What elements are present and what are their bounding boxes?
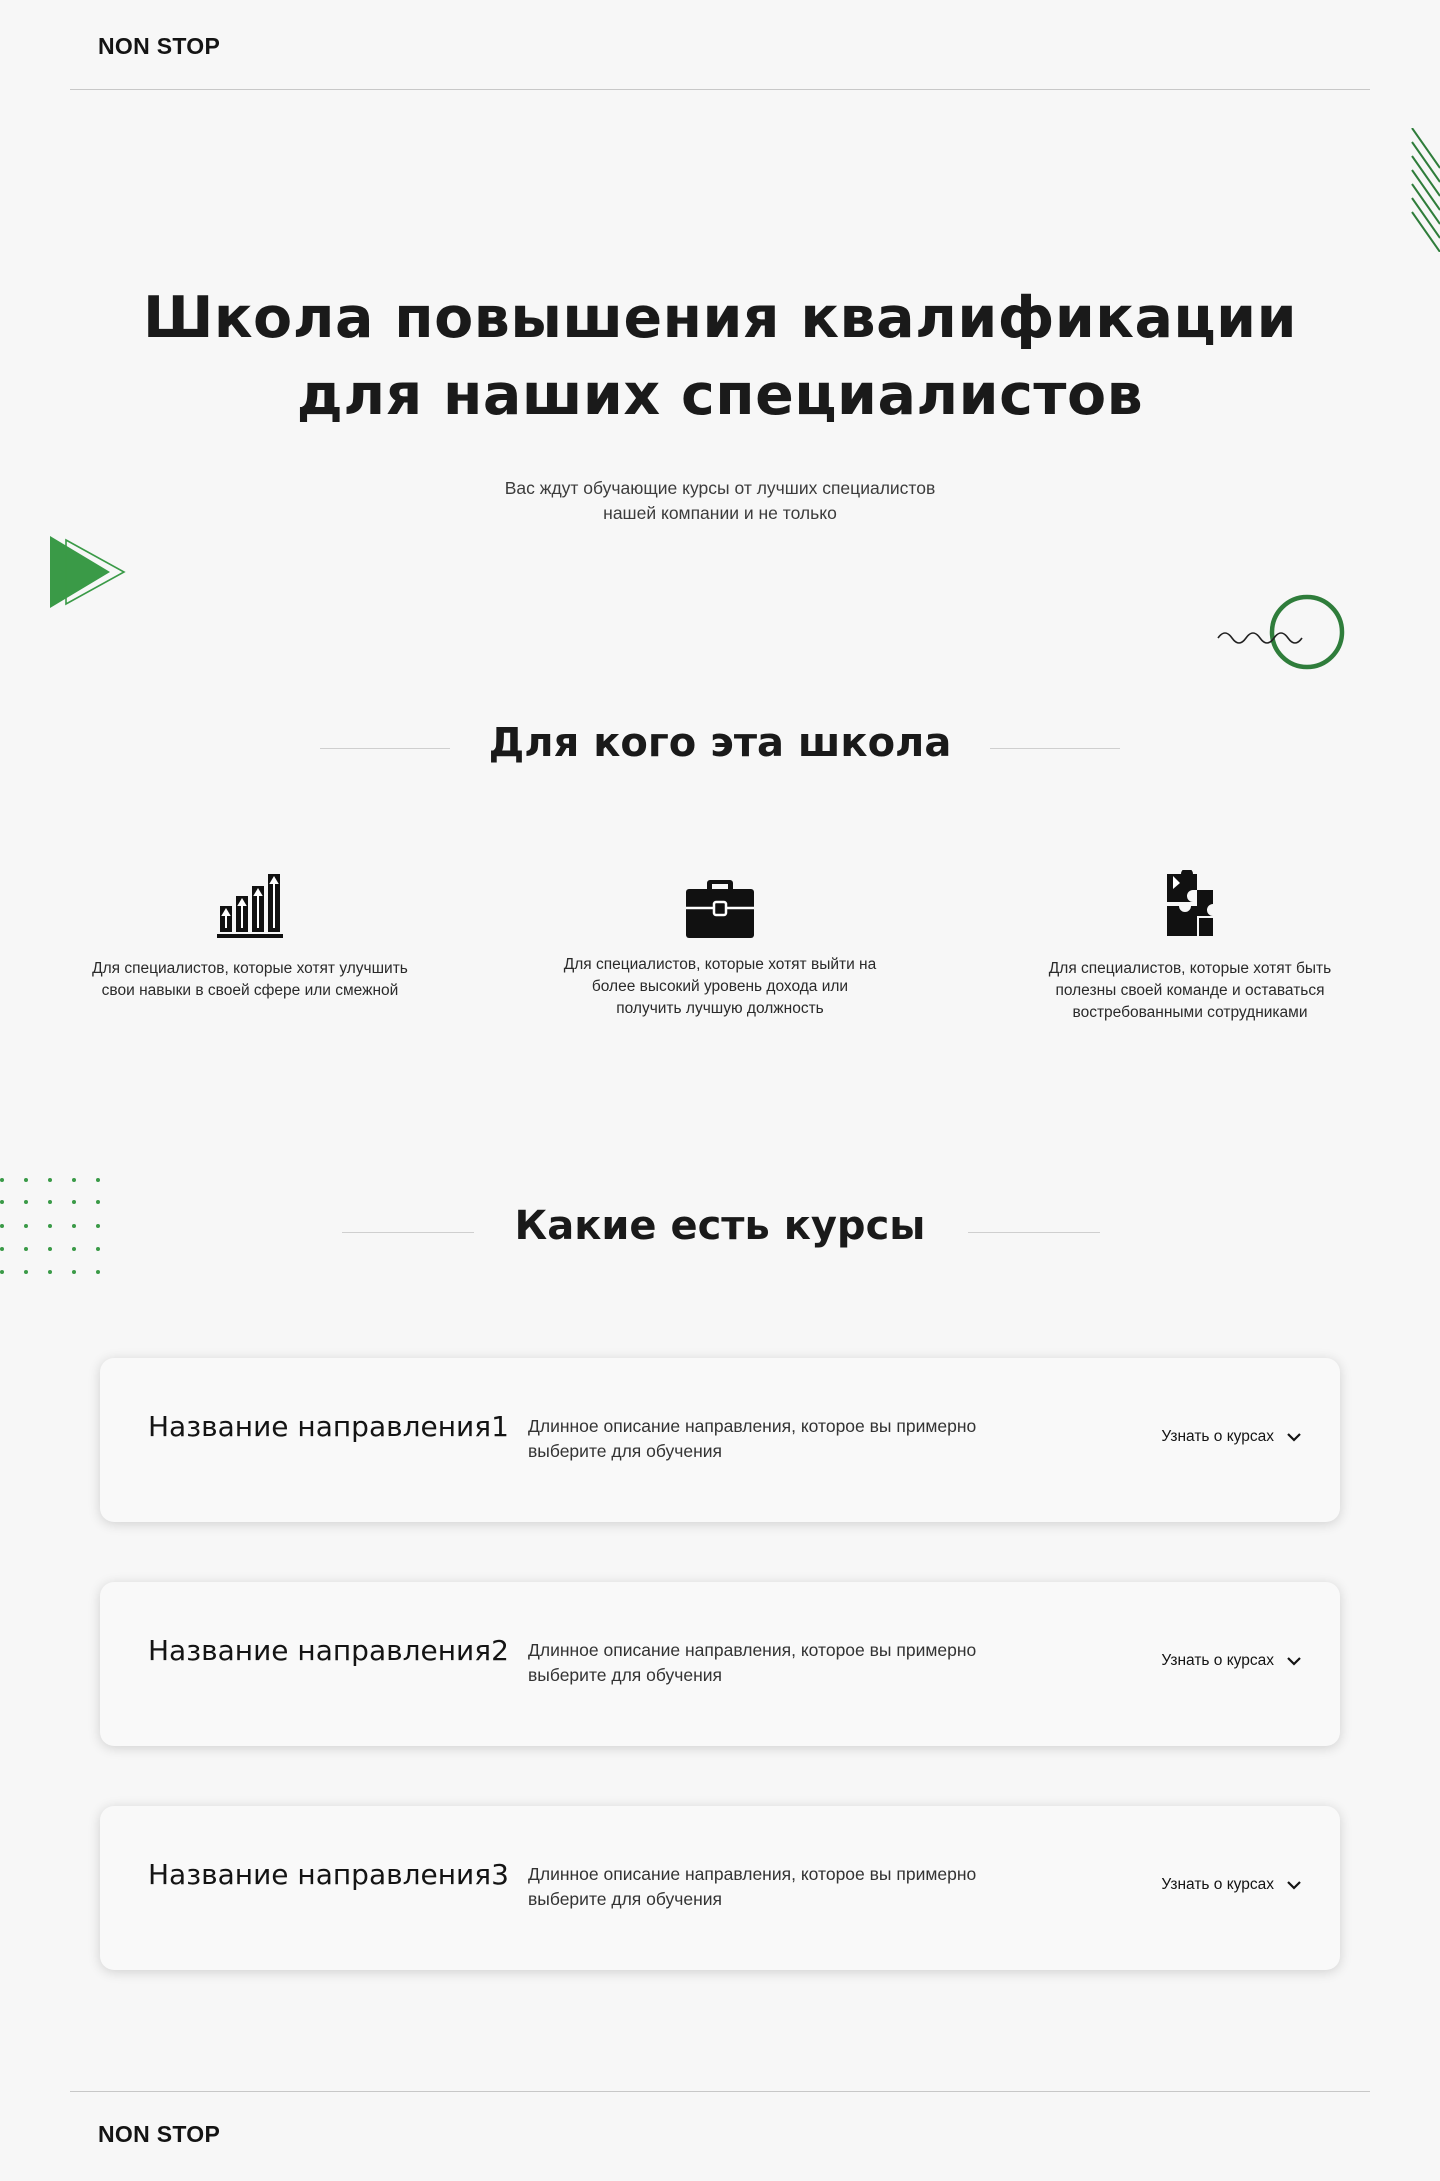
courses-title-line-left	[342, 1232, 474, 1233]
growth-chart-icon	[90, 868, 410, 938]
hero-title-line2: для наших специалистов	[296, 362, 1144, 428]
course-description: Длинное описание направления, которое вы…	[528, 1640, 977, 1685]
puzzle-icon	[1030, 868, 1350, 938]
header-divider	[70, 89, 1370, 90]
dot-grid-decoration	[0, 1178, 100, 1274]
footer-divider	[70, 2091, 1370, 2092]
audience-item-text: Для специалистов, которые хотят улучшить…	[92, 960, 408, 999]
footer-logo[interactable]: NON STOP	[98, 2121, 220, 2148]
audience-title-line-right	[990, 748, 1120, 749]
play-triangles-decoration	[50, 536, 126, 608]
learn-about-courses-label: Узнать о курсах	[1161, 1876, 1274, 1893]
course-description: Длинное описание направления, которое вы…	[528, 1416, 977, 1461]
audience-item-text: Для специалистов, которые хотят быть пол…	[1048, 960, 1332, 1021]
diagonal-stripes-decoration	[1411, 128, 1440, 252]
hero-title: Школа повышения квалификации для наших с…	[120, 280, 1320, 434]
course-card[interactable]: Название направления1 Длинное описание н…	[100, 1358, 1340, 1522]
audience-item-income: Для специалистов, которые хотят выйти на…	[560, 868, 880, 1020]
course-name: Название направления2	[148, 1634, 509, 1667]
course-card[interactable]: Название направления3 Длинное описание н…	[100, 1806, 1340, 1970]
hero-title-line1: Школа повышения квалификации	[142, 285, 1298, 351]
hero-subtitle-line2: нашей компании и не только	[603, 503, 837, 523]
audience-section-title: Для кого эта школа	[488, 720, 952, 766]
audience-item-skills: Для специалистов, которые хотят улучшить…	[90, 868, 410, 1002]
learn-about-courses-button[interactable]: Узнать о курсах	[1161, 1876, 1302, 1894]
header-logo[interactable]: NON STOP	[98, 33, 220, 60]
chevron-down-icon	[1287, 1657, 1301, 1666]
learn-about-courses-button[interactable]: Узнать о курсах	[1161, 1652, 1302, 1670]
audience-title-line-left	[320, 748, 450, 749]
hero-subtitle-line1: Вас ждут обучающие курсы от лучших специ…	[504, 478, 936, 498]
circle-wave-decoration	[1217, 594, 1345, 670]
hero-subtitle: Вас ждут обучающие курсы от лучших специ…	[420, 476, 1020, 526]
course-description: Длинное описание направления, которое вы…	[528, 1864, 977, 1909]
chevron-down-icon	[1287, 1433, 1301, 1442]
audience-item-text: Для специалистов, которые хотят выйти на…	[563, 956, 877, 1017]
briefcase-icon	[560, 868, 880, 938]
course-card[interactable]: Название направления2 Длинное описание н…	[100, 1582, 1340, 1746]
learn-about-courses-button[interactable]: Узнать о курсах	[1161, 1428, 1302, 1446]
learn-about-courses-label: Узнать о курсах	[1161, 1652, 1274, 1669]
course-name: Название направления3	[148, 1858, 509, 1891]
courses-title-line-right	[968, 1232, 1100, 1233]
audience-item-team: Для специалистов, которые хотят быть пол…	[1030, 868, 1350, 1024]
courses-section-title: Какие есть курсы	[514, 1203, 926, 1249]
course-name: Название направления1	[148, 1410, 509, 1443]
chevron-down-icon	[1287, 1881, 1301, 1890]
learn-about-courses-label: Узнать о курсах	[1161, 1428, 1274, 1445]
